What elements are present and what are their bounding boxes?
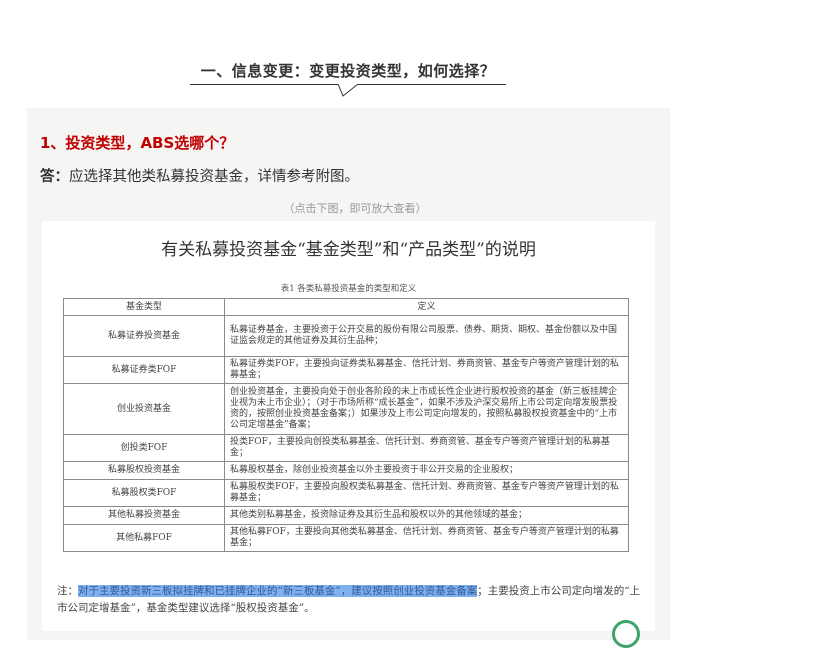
table-row: 私募股权类FOF 私募股权类FOF，主要投向股权类私募基金、信托计划、券商资管、… [63,479,629,507]
table-row: 创业投资基金 创业投资基金，主要投向处于创业各阶段的未上市成长性企业进行股权投资… [63,383,629,435]
table-header-row: 基金类型 定义 [63,298,629,316]
fund-definition: 私募证券类FOF，主要投向证券类私募基金、信托计划、券商资管、基金专户等资产管理… [224,356,629,384]
table-row: 创投类FOF 投类FOF，主要投向创投类私募基金、信托计划、券商资管、基金专户等… [63,434,629,462]
note-highlighted-text: 对于主要投资新三板拟挂牌和已挂牌企业的“新三板基金”，建议按照创业投资基金备案 [78,585,478,597]
fund-definition: 私募股权类FOF，主要投向股权类私募基金、信托计划、券商资管、基金专户等资产管理… [224,479,629,507]
fund-type-table: 基金类型 定义 私募证券投资基金 私募证券基金，主要投资于公开交易的股份有限公司… [63,298,629,552]
table-row: 其他私募投资基金 其他类别私募基金，投资除证券及其衍生品和股权以外的其他领域的基… [63,506,629,525]
floating-action-icon[interactable] [612,620,640,648]
fund-definition: 私募股权基金，除创业投资基金以外主要投资于非公开交易的企业股权； [224,461,629,480]
table-row: 私募证券投资基金 私募证券基金，主要投资于公开交易的股份有限公司股票、债券、期货… [63,315,629,357]
question-title: 1、投资类型，ABS选哪个？ [40,134,235,152]
fund-name: 创业投资基金 [63,383,225,435]
table-caption: 表1 各类私募投资基金的类型和定义 [280,284,417,294]
fund-name: 私募证券投资基金 [63,315,225,357]
fund-definition: 创业投资基金，主要投向处于创业各阶段的未上市成长性企业进行股权投资的基金（新三板… [224,383,629,435]
attached-document-image[interactable]: 有关私募投资基金“基金类型”和“产品类型”的说明 表1 各类私募投资基金的类型和… [42,221,655,631]
header-definition: 定义 [224,298,629,316]
table-row: 私募股权投资基金 私募股权基金，除创业投资基金以外主要投资于非公开交易的企业股权… [63,461,629,480]
header-fund-type: 基金类型 [63,298,225,316]
fund-name: 私募股权投资基金 [63,461,225,480]
document-title: 有关私募投资基金“基金类型”和“产品类型”的说明 [161,240,536,260]
fund-definition: 其他类别私募基金，投资除证券及其衍生品和股权以外的其他领域的基金； [224,506,629,525]
fund-name: 其他私募投资基金 [63,506,225,525]
fund-name: 私募股权类FOF [63,479,225,507]
fund-name: 其他私募FOF [63,524,225,552]
fund-definition: 投类FOF，主要投向创投类私募基金、信托计划、券商资管、基金专户等资产管理计划的… [224,434,629,462]
zoom-hint: （点击下图，即可放大查看） [283,202,427,215]
answer-text: 应选择其他类私募投资基金，详情参考附图。 [69,169,359,185]
table-note: 注：对于主要投资新三板拟挂牌和已挂牌企业的“新三板基金”，建议按照创业投资基金备… [57,583,642,617]
table-row: 其他私募FOF 其他私募FOF，主要投向其他类私募基金、信托计划、券商资管、基金… [63,524,629,552]
fund-definition: 私募证券基金，主要投资于公开交易的股份有限公司股票、债券、期货、期权、基金份额以… [224,315,629,357]
fund-name: 创投类FOF [63,434,225,462]
note-label: 注： [57,585,78,597]
table-row: 私募证券类FOF 私募证券类FOF，主要投向证券类私募基金、信托计划、券商资管、… [63,356,629,384]
answer-line: 答：应选择其他类私募投资基金，详情参考附图。 [40,165,359,186]
fund-name: 私募证券类FOF [63,356,225,384]
speech-notch-icon [338,84,358,97]
answer-label: 答： [40,169,69,185]
section-title: 一、信息变更：变更投资类型，如何选择？ [200,62,496,80]
fund-definition: 其他私募FOF，主要投向其他类私募基金、信托计划、券商资管、基金专户等资产管理计… [224,524,629,552]
